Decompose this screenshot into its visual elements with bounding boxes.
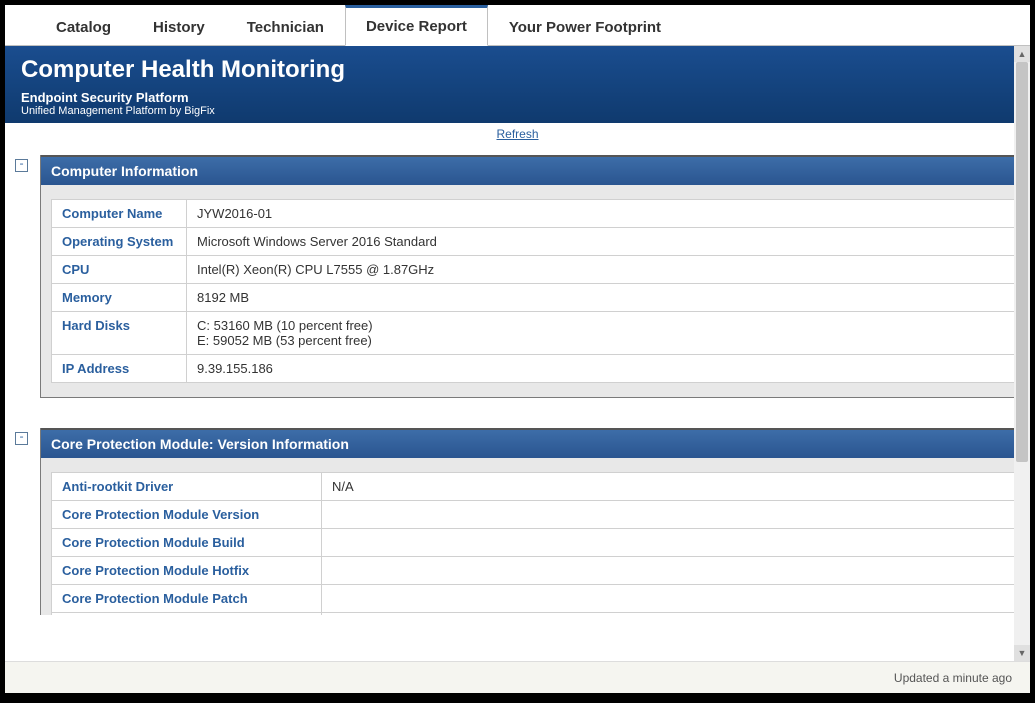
- table-row: Core Protection Module Build: [52, 529, 1017, 557]
- panel-header: Computer Information: [41, 155, 1027, 185]
- table-row: Core Protection Module Patch: [52, 585, 1017, 613]
- property-value: Intel(R) Xeon(R) CPU L7555 @ 1.87GHz: [187, 256, 1017, 284]
- section: -Computer Information Computer NameJYW201…: [15, 155, 1030, 398]
- property-label: Memory: [52, 284, 187, 312]
- property-label: CPU: [52, 256, 187, 284]
- property-label: Anti-rootkit Driver: [52, 473, 322, 501]
- table-row: Hard DisksC: 53160 MB (10 percent free)E…: [52, 312, 1017, 355]
- property-label: Core Protection Module Language: [52, 613, 322, 616]
- data-table: Anti-rootkit DriverN/ACore Protection Mo…: [51, 472, 1017, 615]
- property-value: [322, 613, 1017, 616]
- refresh-link[interactable]: Refresh: [496, 127, 538, 141]
- page-title: Computer Health Monitoring: [21, 56, 1014, 84]
- status-text: Updated a minute ago: [894, 671, 1012, 685]
- data-table: Computer NameJYW2016-01Operating SystemM…: [51, 199, 1017, 383]
- property-label: Hard Disks: [52, 312, 187, 355]
- banner-subtitle-1: Endpoint Security Platform: [21, 90, 1014, 105]
- tab-device-report[interactable]: Device Report: [345, 5, 488, 46]
- panel-body: Computer NameJYW2016-01Operating SystemM…: [41, 185, 1027, 397]
- vertical-scrollbar[interactable]: ▲ ▼: [1014, 46, 1030, 661]
- content-area: -Computer InformationComputer NameJYW201…: [5, 145, 1030, 615]
- property-label: Core Protection Module Hotfix: [52, 557, 322, 585]
- tab-catalog[interactable]: Catalog: [35, 8, 132, 46]
- banner-subtitle-2: Unified Management Platform by BigFix: [21, 105, 1014, 117]
- panel-body: Anti-rootkit DriverN/ACore Protection Mo…: [41, 458, 1027, 615]
- tab-technician[interactable]: Technician: [226, 8, 345, 46]
- table-row: Operating SystemMicrosoft Windows Server…: [52, 228, 1017, 256]
- property-value: 8192 MB: [187, 284, 1017, 312]
- property-label: IP Address: [52, 355, 187, 383]
- banner: Computer Health Monitoring Endpoint Secu…: [5, 46, 1030, 123]
- property-value: C: 53160 MB (10 percent free)E: 59052 MB…: [187, 312, 1017, 355]
- property-value: [322, 585, 1017, 613]
- tab-your-power-footprint[interactable]: Your Power Footprint: [488, 8, 682, 46]
- property-value: [322, 529, 1017, 557]
- table-row: CPUIntel(R) Xeon(R) CPU L7555 @ 1.87GHz: [52, 256, 1017, 284]
- property-label: Core Protection Module Version: [52, 501, 322, 529]
- collapse-toggle-icon[interactable]: -: [15, 159, 28, 172]
- property-label: Core Protection Module Patch: [52, 585, 322, 613]
- scroll-down-arrow-icon[interactable]: ▼: [1014, 645, 1030, 661]
- property-label: Core Protection Module Build: [52, 529, 322, 557]
- property-value: JYW2016-01: [187, 200, 1017, 228]
- property-value: N/A: [322, 473, 1017, 501]
- status-footer: Updated a minute ago: [5, 661, 1030, 693]
- table-row: IP Address9.39.155.186: [52, 355, 1017, 383]
- table-row: Core Protection Module Version: [52, 501, 1017, 529]
- property-value: 9.39.155.186: [187, 355, 1017, 383]
- app-frame: CatalogHistoryTechnicianDevice ReportYou…: [5, 5, 1030, 693]
- tab-history[interactable]: History: [132, 8, 226, 46]
- table-row: Computer NameJYW2016-01: [52, 200, 1017, 228]
- table-row: Core Protection Module Hotfix: [52, 557, 1017, 585]
- tabstrip: CatalogHistoryTechnicianDevice ReportYou…: [5, 5, 1030, 46]
- collapse-toggle-icon[interactable]: -: [15, 432, 28, 445]
- panel: Core Protection Module: Version Informat…: [40, 428, 1028, 615]
- panel-header: Core Protection Module: Version Informat…: [41, 428, 1027, 458]
- scroll-up-arrow-icon[interactable]: ▲: [1014, 46, 1030, 62]
- property-value: Microsoft Windows Server 2016 Standard: [187, 228, 1017, 256]
- section: -Core Protection Module: Version Informa…: [15, 428, 1030, 615]
- table-row: Core Protection Module Language: [52, 613, 1017, 616]
- table-row: Memory8192 MB: [52, 284, 1017, 312]
- scroll-thumb[interactable]: [1016, 62, 1028, 462]
- panel: Computer Information Computer NameJYW2016…: [40, 155, 1028, 398]
- property-value: [322, 501, 1017, 529]
- refresh-row: Refresh: [5, 123, 1030, 145]
- table-row: Anti-rootkit DriverN/A: [52, 473, 1017, 501]
- property-label: Computer Name: [52, 200, 187, 228]
- property-label: Operating System: [52, 228, 187, 256]
- property-value: [322, 557, 1017, 585]
